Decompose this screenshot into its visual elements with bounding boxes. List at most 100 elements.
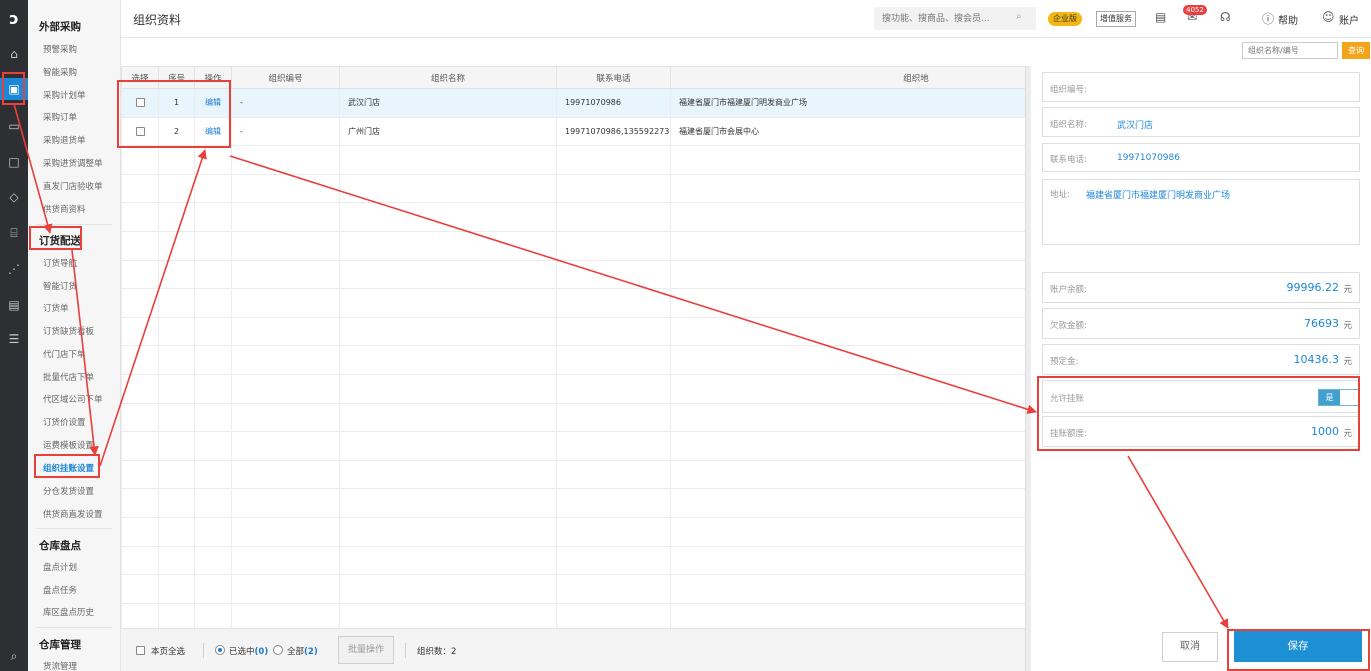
address-field[interactable]: 地址: 福建省厦门市福建厦门明发商业广场 bbox=[1042, 179, 1360, 245]
sidebar-item[interactable]: 货流管理 bbox=[43, 660, 77, 671]
org-code-field[interactable]: 组织编号: bbox=[1042, 72, 1360, 102]
debt-value: 76693 bbox=[1304, 317, 1339, 330]
org-name-field[interactable]: 组织名称: 武汉门店 bbox=[1042, 107, 1360, 137]
search-icon[interactable]: ⌕ bbox=[1016, 11, 1022, 22]
empty-row bbox=[121, 516, 1025, 547]
edit-link[interactable]: 编辑 bbox=[205, 127, 221, 136]
row-index: 1 bbox=[158, 88, 195, 118]
sidebar-item[interactable]: 采购订单 bbox=[43, 111, 77, 123]
select-page-checkbox[interactable] bbox=[136, 646, 145, 655]
help-icon[interactable]: ⓘ bbox=[1262, 10, 1274, 27]
selected-radio[interactable] bbox=[215, 645, 225, 655]
sidebar-divider bbox=[36, 224, 112, 225]
row-checkbox[interactable] bbox=[135, 126, 145, 136]
search-list-icon[interactable]: ⌕ bbox=[0, 645, 28, 667]
sidebar-item[interactable]: 订货价设置 bbox=[43, 416, 86, 428]
sidebar-item[interactable]: 分仓发货设置 bbox=[43, 485, 94, 497]
sidebar-item[interactable]: 运费模板设置 bbox=[43, 439, 94, 451]
selected-label[interactable]: 已选中(0) bbox=[229, 645, 268, 657]
box-icon[interactable]: □ bbox=[0, 151, 28, 173]
sidebar-item[interactable]: 供货商直发设置 bbox=[43, 508, 103, 520]
phone-field[interactable]: 联系电话: 19971070986 bbox=[1042, 143, 1360, 172]
table-header-row: 选择 序号 操作 组织编号 组织名称 联系电话 组织地 bbox=[121, 66, 1025, 89]
sidebar-divider bbox=[36, 627, 112, 628]
all-label[interactable]: 全部(2) bbox=[287, 645, 318, 657]
global-search-input[interactable] bbox=[874, 7, 1036, 30]
purchase-icon[interactable]: ▣ bbox=[0, 78, 28, 100]
sidebar-item[interactable]: 代门店下单 bbox=[43, 348, 86, 360]
value-added-services-button[interactable]: 增值服务 bbox=[1096, 11, 1136, 27]
sidebar-item[interactable]: 供货商资料 bbox=[43, 203, 86, 215]
all-radio[interactable] bbox=[273, 645, 283, 655]
selected-count: (0) bbox=[254, 647, 269, 657]
batch-operation-button[interactable]: 批量操作 bbox=[338, 636, 394, 664]
table-row[interactable]: 2 编辑 - 广州门店 19971070986,13559227331 福建省厦… bbox=[121, 116, 1025, 147]
top-bar: 组织资料 ⌕ 企业版 增值服务 ▤ ✉ 4052 ☊ ⓘ 帮助 ☺ 账户 bbox=[121, 0, 1371, 38]
save-button[interactable]: 保存 bbox=[1234, 631, 1362, 662]
sidebar-group-order-delivery: 订货配送 bbox=[39, 235, 81, 247]
toggle-knob: 是 bbox=[1319, 390, 1340, 405]
warehouse-icon[interactable]: ⌸ bbox=[0, 222, 28, 244]
sidebar-item[interactable]: 订货导航 bbox=[43, 257, 77, 269]
footer-divider bbox=[405, 643, 406, 658]
help-link[interactable]: 帮助 bbox=[1278, 12, 1298, 27]
sidebar-item[interactable]: 采购计划单 bbox=[43, 89, 86, 101]
row-index: 2 bbox=[158, 116, 195, 147]
headset-icon[interactable]: ☊ bbox=[1220, 10, 1231, 24]
account-icon[interactable]: ☺ bbox=[1322, 10, 1335, 24]
wallet-icon[interactable]: ▭ bbox=[0, 115, 28, 137]
cancel-button[interactable]: 取消 bbox=[1162, 632, 1218, 662]
field-label: 地址: bbox=[1050, 190, 1070, 200]
balance-field: 账户余额: 99996.22 元 bbox=[1042, 272, 1360, 303]
org-name-cell: 广州门店 bbox=[339, 116, 557, 147]
shield-icon[interactable]: ◇ bbox=[0, 186, 28, 208]
sidebar-item[interactable]: 盘点计划 bbox=[43, 561, 77, 573]
unit-label: 元 bbox=[1343, 321, 1352, 331]
org-filter-input[interactable] bbox=[1242, 42, 1338, 59]
sidebar-item[interactable]: 库区盘点历史 bbox=[43, 606, 94, 618]
sidebar-item[interactable]: 代区域公司下单 bbox=[43, 393, 103, 405]
edit-link[interactable]: 编辑 bbox=[205, 98, 221, 107]
sidebar-item[interactable]: 采购退货单 bbox=[43, 134, 86, 146]
sidebar-item[interactable]: 盘点任务 bbox=[43, 584, 77, 596]
page-title: 组织资料 bbox=[133, 13, 182, 27]
sidebar-item[interactable]: 批量代店下单 bbox=[43, 371, 94, 383]
sidebar-item[interactable]: 预警采购 bbox=[43, 43, 77, 55]
app-logo[interactable]: ↄ bbox=[0, 0, 28, 36]
empty-row bbox=[121, 459, 1025, 490]
account-link[interactable]: 账户 bbox=[1339, 12, 1359, 27]
clipboard-icon[interactable]: ▤ bbox=[1155, 10, 1166, 24]
allow-credit-toggle[interactable]: 是 bbox=[1318, 389, 1360, 406]
enterprise-badge[interactable]: 企业版 bbox=[1048, 12, 1082, 26]
query-button[interactable]: 查询 bbox=[1342, 42, 1370, 59]
phone-cell: 19971070986,13559227331 bbox=[556, 116, 671, 147]
sidebar: 外部采购 预警采购 智能采购 采购计划单 采购订单 采购退货单 采购进货调整单 … bbox=[28, 0, 121, 671]
address-cell: 福建省厦门市福建厦门明发商业广场 bbox=[670, 88, 1025, 118]
allow-credit-field: 允许挂账 是 bbox=[1042, 380, 1360, 413]
select-page-label[interactable]: 本页全选 bbox=[151, 645, 185, 657]
column-header: 序号 bbox=[158, 66, 195, 89]
field-label: 预定金: bbox=[1050, 357, 1079, 367]
empty-row bbox=[121, 316, 1025, 347]
home-icon[interactable]: ⌂ bbox=[0, 43, 28, 65]
empty-row bbox=[121, 345, 1025, 375]
credit-limit-value[interactable]: 1000 bbox=[1311, 425, 1339, 438]
empty-row bbox=[121, 259, 1025, 290]
filter-icon[interactable]: ☰ bbox=[0, 328, 28, 350]
sidebar-item[interactable]: 采购进货调整单 bbox=[43, 157, 103, 169]
sidebar-item[interactable]: 直发门店验收单 bbox=[43, 180, 103, 192]
sidebar-item[interactable]: 智能采购 bbox=[43, 66, 77, 78]
sidebar-item[interactable]: 订货缺货看板 bbox=[43, 325, 94, 337]
table-footer: 本页全选 已选中(0) 全部(2) 批量操作 组织数：2 bbox=[121, 628, 1025, 671]
sidebar-item[interactable]: 订货单 bbox=[43, 302, 69, 314]
sidebar-item-org-credit-setting[interactable]: 组织挂账设置 bbox=[43, 462, 94, 474]
table-row[interactable]: 1 编辑 - 武汉门店 19971070986 福建省厦门市福建厦门明发商业广场 bbox=[121, 88, 1025, 118]
sidebar-item[interactable]: 智能订货 bbox=[43, 280, 77, 292]
chart-icon[interactable]: ⋰ bbox=[0, 258, 28, 280]
idcard-icon[interactable]: ▤ bbox=[0, 294, 28, 316]
credit-limit-field[interactable]: 挂账额度: 1000 元 bbox=[1042, 416, 1360, 447]
field-label: 账户余额: bbox=[1050, 285, 1087, 295]
empty-row bbox=[121, 288, 1025, 318]
row-checkbox[interactable] bbox=[135, 98, 145, 108]
org-count: 组织数：2 bbox=[417, 647, 457, 657]
